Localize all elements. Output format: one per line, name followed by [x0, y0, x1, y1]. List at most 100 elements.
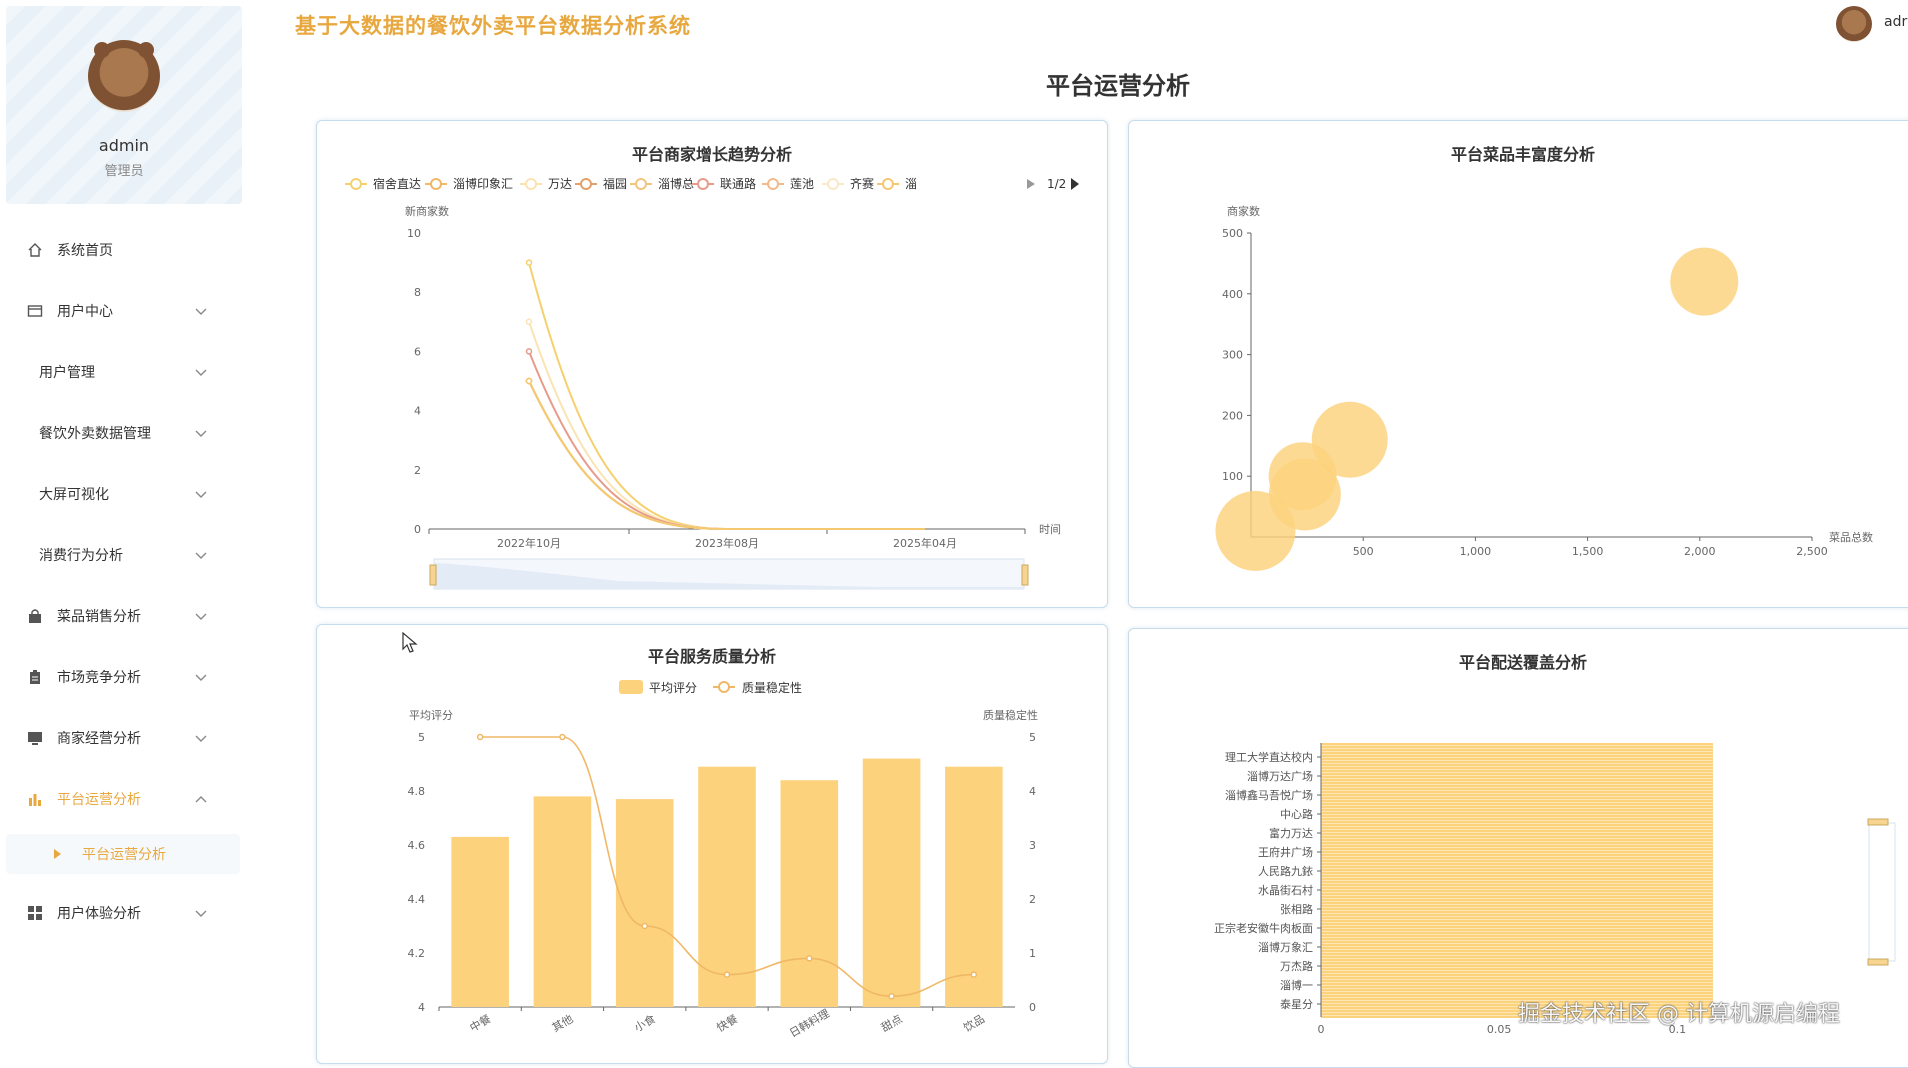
- y-tick-label: 万杰路: [1280, 960, 1313, 973]
- coverage-bar: [1321, 953, 1713, 955]
- coverage-bar: [1321, 917, 1713, 919]
- sidebar-item-0[interactable]: 系统首页: [0, 230, 246, 270]
- legend-item: 福园: [575, 176, 627, 191]
- series-line-5: [528, 351, 925, 530]
- submenu-item-platform-ops[interactable]: 平台运营分析: [6, 834, 240, 874]
- coverage-bar: [1321, 824, 1713, 826]
- coverage-bar: [1321, 887, 1713, 889]
- y-tick-label: 淄博一: [1280, 979, 1313, 992]
- app-title: 基于大数据的餐饮外卖平台数据分析系统: [295, 14, 691, 38]
- y2-tick-label: 3: [1029, 839, 1036, 852]
- coverage-bar: [1321, 908, 1713, 910]
- x-tick-label: 2,500: [1796, 545, 1828, 558]
- coverage-bar: [1321, 956, 1713, 958]
- sidebar-item-10[interactable]: 用户体验分析: [0, 893, 246, 933]
- sidebar-item-8[interactable]: 商家经营分析: [0, 718, 246, 758]
- chevron-up-icon: [195, 796, 207, 803]
- profile-name: admin: [98, 136, 150, 155]
- y-tick-label: 8: [414, 286, 421, 299]
- home-icon: [28, 243, 42, 257]
- data-point: [641, 922, 648, 930]
- merchant-growth-chart: 宿舍直达 淄博印象汇 万达 福园 淄博总 联通路 莲池 齐赛 淄 1/2 新商家数时间 0 2 4 6 8 10…: [345, 176, 1079, 590]
- legend-item: 淄博总: [630, 176, 694, 191]
- legend-marker: [635, 178, 647, 190]
- coverage-bar: [1321, 893, 1713, 895]
- y-tick-label: 张相路: [1280, 903, 1313, 916]
- y-tick-label: 淄博鑫马吾悦广场: [1225, 788, 1313, 802]
- legend-item: 淄博印象汇: [425, 176, 513, 191]
- coverage-bar: [1321, 791, 1713, 793]
- coverage-bar: [1321, 776, 1713, 778]
- profile-card: admin 管理员: [6, 6, 242, 204]
- y2-tick-label: 4: [1029, 785, 1036, 798]
- sidebar-item-2[interactable]: 用户管理: [0, 352, 246, 392]
- coverage-bar: [1321, 983, 1713, 985]
- sidebar-item-9[interactable]: 平台运营分析: [0, 779, 246, 819]
- bar-chart-icon: [29, 794, 41, 806]
- legend-label: 莲池: [790, 177, 814, 191]
- coverage-bar: [1321, 920, 1713, 922]
- y-axis-label: 新商家数: [405, 204, 449, 218]
- user-avatar[interactable]: [1836, 6, 1872, 42]
- y-tick-label: 10: [407, 227, 421, 240]
- service-quality-chart: 平均评分 质量稳定性平均评分 质量稳定性44.24.44.64.85012345中餐…: [408, 680, 1038, 1040]
- sidebar-item-label: 大屏可视化: [39, 487, 109, 503]
- legend-marker: [697, 178, 709, 190]
- y-tick-label: 淄博万象汇: [1258, 941, 1313, 954]
- coverage-bar: [1321, 746, 1713, 748]
- y-tick-label: 淄博万达广场: [1247, 769, 1313, 783]
- legend-marker: [525, 178, 537, 190]
- zoom-handle-left: [429, 564, 437, 586]
- coverage-bar: [1321, 944, 1713, 946]
- coverage-bar: [1321, 848, 1713, 850]
- chevron-down-icon: [195, 369, 207, 376]
- coverage-bar: [1321, 821, 1713, 823]
- y-tick-label: 300: [1222, 349, 1243, 362]
- y-tick-label: 人民路九銥: [1258, 864, 1313, 878]
- y2-tick-label: 5: [1029, 731, 1036, 744]
- delivery-coverage-chart: 理工大学直达校内淄博万达广场淄博鑫马吾悦广场中心路富力万达王府井广场人民路九銥水…: [1214, 743, 1896, 1036]
- data-point: [970, 971, 978, 978]
- coverage-bar: [1321, 881, 1713, 883]
- watermark: 掘金技术社区 @ 计算机源启编程: [1518, 1002, 1840, 1027]
- coverage-bar: [1321, 968, 1713, 970]
- data-point: [806, 955, 813, 962]
- coverage-bar: [1321, 788, 1713, 790]
- coverage-bar: [1321, 866, 1713, 868]
- sidebar-item-label: 消费行为分析: [39, 548, 123, 564]
- sidebar-item-4[interactable]: 大屏可视化: [0, 474, 246, 514]
- submenu-item-label: 平台运营分析: [82, 847, 166, 863]
- sidebar-item-label: 用户管理: [39, 365, 95, 381]
- y-axis-label: 商家数: [1227, 204, 1260, 218]
- data-point: [525, 377, 533, 385]
- bar-6: [945, 766, 1003, 1007]
- y-tick-label: 中心路: [1280, 808, 1313, 821]
- user-name[interactable]: adr: [1884, 14, 1907, 30]
- bar-4: [780, 780, 839, 1007]
- sidebar-item-3[interactable]: 餐饮外卖数据管理: [0, 413, 246, 453]
- sidebar-item-label: 市场竞争分析: [57, 670, 141, 686]
- x-tick-label: 饮品: [961, 1012, 987, 1034]
- coverage-bar: [1321, 839, 1713, 841]
- coverage-bar: [1321, 854, 1713, 856]
- coverage-bar: [1321, 884, 1713, 886]
- bubble-0: [1670, 247, 1739, 316]
- coverage-bar: [1321, 962, 1713, 964]
- zoom-handle-bottom: [1867, 958, 1889, 966]
- coverage-bar: [1321, 938, 1713, 940]
- data-point: [476, 733, 484, 741]
- sidebar-item-1[interactable]: 用户中心: [0, 291, 246, 331]
- coverage-bar: [1321, 752, 1713, 754]
- coverage-bar: [1321, 761, 1713, 763]
- coverage-bar: [1321, 977, 1713, 979]
- coverage-bar: [1321, 812, 1713, 814]
- sidebar-item-5[interactable]: 消费行为分析: [0, 535, 246, 575]
- sidebar-item-7[interactable]: 市场竞争分析: [0, 657, 246, 697]
- sidebar-item-6[interactable]: 菜品销售分析: [0, 596, 246, 636]
- coverage-bar: [1321, 806, 1713, 808]
- legend-marker: [882, 178, 894, 190]
- grid-icon: [28, 906, 42, 920]
- coverage-bar: [1321, 842, 1713, 844]
- chevron-down-icon: [195, 552, 207, 559]
- coverage-bar: [1321, 899, 1713, 901]
